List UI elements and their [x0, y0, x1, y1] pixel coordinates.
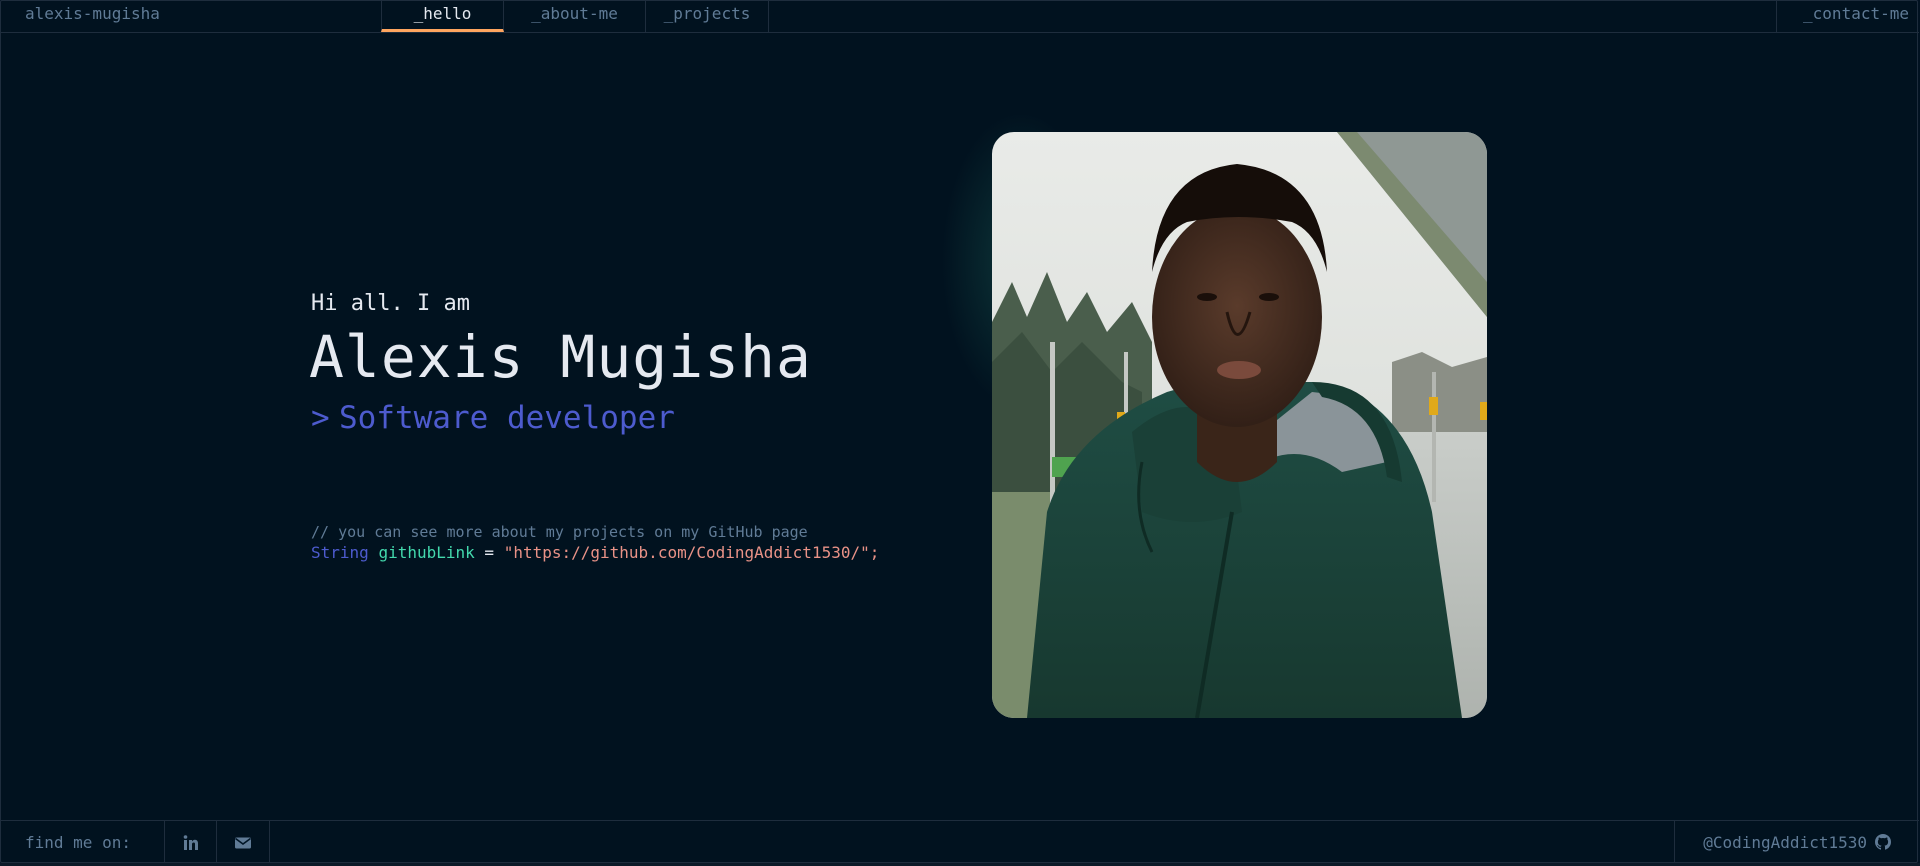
role-subtitle: > Software developer [311, 400, 675, 436]
tab-hello[interactable]: _hello [381, 1, 504, 32]
prompt-symbol: > [311, 400, 330, 436]
code-comment: // you can see more about my projects on… [311, 523, 808, 541]
tab-projects[interactable]: _projects [646, 1, 769, 32]
brand-name: alexis-mugisha [25, 4, 160, 23]
top-nav: alexis-mugisha _hello _about-me _project… [1, 1, 1919, 33]
role-text: Software developer [338, 400, 675, 436]
tab-contact-me[interactable]: _contact-me [1776, 1, 1919, 32]
code-snippet: String githubLink = "https://github.com/… [311, 543, 879, 562]
greeting-text: Hi all. I am [311, 291, 470, 316]
code-variable: githubLink [378, 543, 475, 562]
github-handle: @CodingAddict1530 [1703, 833, 1867, 852]
page-title: Alexis Mugisha [309, 323, 812, 391]
find-me-label: find me on: [25, 833, 131, 852]
code-operator: = [484, 543, 495, 562]
footer: find me on: @CodingAddict1530 [1, 820, 1919, 864]
linkedin-link[interactable] [164, 821, 217, 864]
profile-photo [992, 132, 1487, 718]
email-link[interactable] [217, 821, 270, 864]
tab-about-me[interactable]: _about-me [504, 1, 646, 32]
code-type-keyword: String [311, 543, 369, 562]
linkedin-icon [182, 834, 200, 852]
github-link[interactable]: "https://github.com/CodingAddict1530/"; [504, 543, 880, 562]
github-profile-link[interactable]: @CodingAddict1530 [1674, 821, 1919, 864]
app-window: alexis-mugisha _hello _about-me _project… [0, 0, 1919, 864]
github-icon [1874, 833, 1892, 851]
mail-icon [234, 834, 252, 852]
